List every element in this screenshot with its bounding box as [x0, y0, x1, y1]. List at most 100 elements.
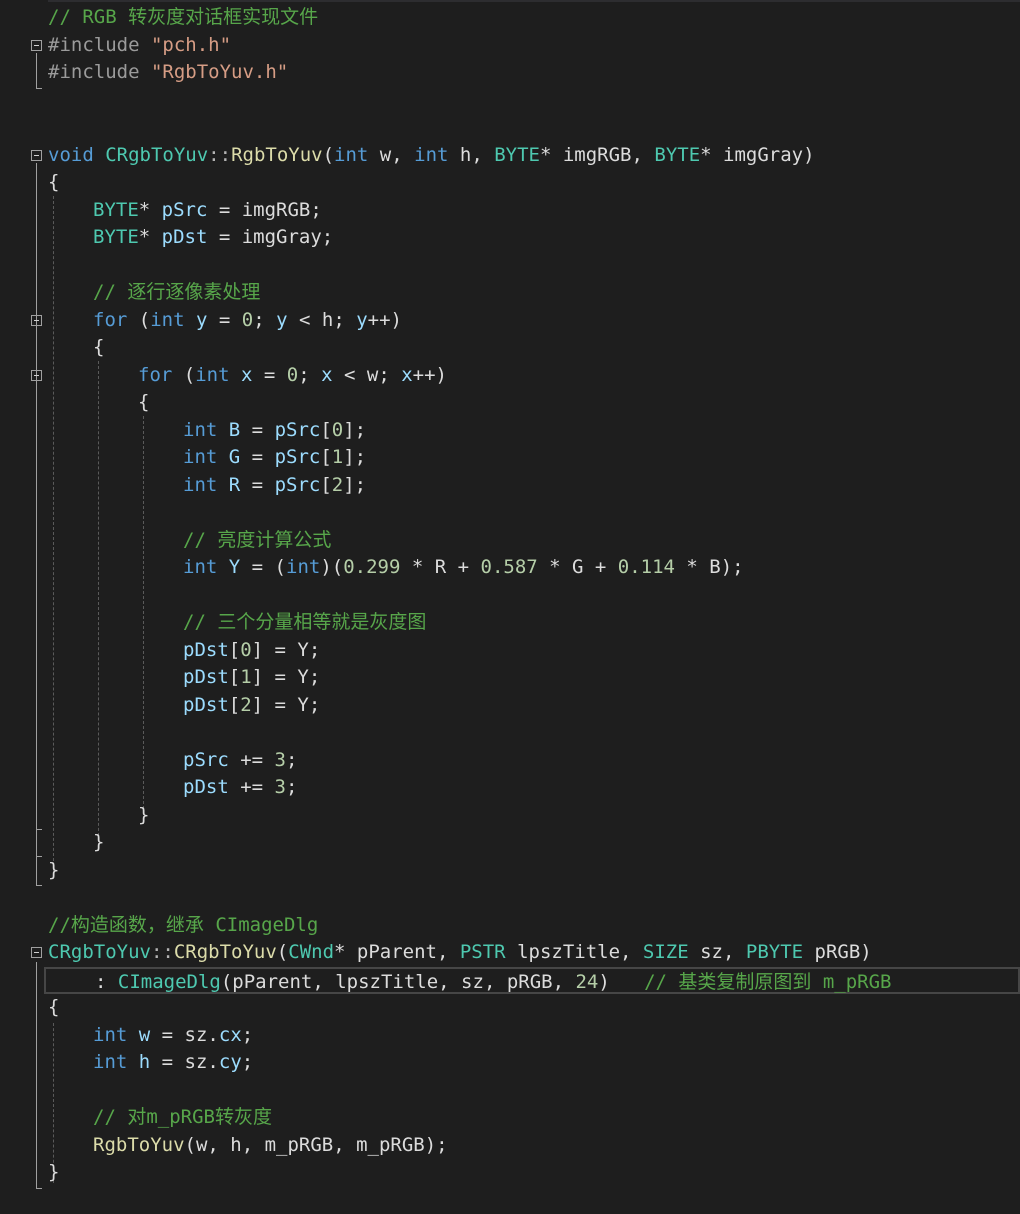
code-token: ;	[285, 776, 298, 798]
code-line-36[interactable]: : CImageDlg(pParent, lpszTitle, sz, pRGB…	[44, 966, 1020, 994]
code-token: 3	[274, 748, 286, 771]
collapse-icon[interactable]	[31, 947, 42, 958]
code-line-40[interactable]	[48, 1077, 93, 1105]
code-token: pDst	[183, 638, 229, 661]
code-line-02[interactable]: #include "pch.h"	[48, 32, 231, 60]
code-token: [	[228, 638, 241, 661]
code-token: =	[240, 446, 275, 468]
code-line-12[interactable]: for (int y = 0; y < h; y++)	[48, 307, 402, 335]
code-token: SIZE	[642, 941, 689, 963]
code-line-content: }	[48, 859, 59, 881]
code-line-34[interactable]: //构造函数，继承 CImageDlg	[48, 912, 318, 940]
code-line-10[interactable]	[48, 252, 93, 280]
code-line-37[interactable]: {	[48, 994, 59, 1022]
fold-region-end	[36, 829, 42, 830]
code-token: }	[138, 803, 150, 826]
code-token: RgbToYuv	[93, 1133, 185, 1156]
code-token: +=	[228, 748, 275, 771]
fold-region-end	[36, 1188, 42, 1189]
code-token: int	[150, 308, 185, 331]
code-line-16[interactable]: int B = pSrc[0];	[48, 417, 366, 445]
collapse-icon[interactable]	[31, 369, 42, 381]
code-line-13[interactable]: {	[48, 334, 104, 362]
code-line-32[interactable]: }	[48, 857, 59, 885]
code-line-35[interactable]: CRgbToYuv::CRgbToYuv(CWnd* pParent, PSTR…	[48, 939, 872, 967]
code-line-22[interactable]	[48, 582, 183, 610]
code-line-17[interactable]: int G = pSrc[1];	[48, 444, 366, 472]
code-token: 0	[241, 308, 254, 331]
code-token: cy	[218, 1051, 242, 1073]
code-line-09[interactable]: BYTE* pDst = imgGray;	[48, 224, 333, 252]
code-token: ;	[285, 748, 298, 771]
code-line-23[interactable]: // 三个分量相等就是灰度图	[48, 609, 426, 637]
code-token: (	[172, 363, 196, 386]
code-line-29[interactable]: pDst += 3;	[48, 774, 297, 802]
collapse-icon[interactable]	[31, 149, 42, 161]
code-line-18[interactable]: int R = pSrc[2];	[48, 472, 366, 500]
code-line-08[interactable]: BYTE* pSrc = imgRGB;	[48, 197, 322, 225]
code-line-07[interactable]: {	[48, 169, 59, 197]
code-token: ] = Y;	[251, 638, 321, 661]
code-line-content: int G = pSrc[1];	[48, 446, 366, 468]
code-token: int	[195, 363, 230, 386]
code-line-content: int h = sz.cy;	[48, 1051, 253, 1073]
code-editor[interactable]: // RGB 转灰度对话框实现文件 #include "pch.h" #includ…	[0, 0, 1020, 1214]
code-line-20[interactable]: // 亮度计算公式	[48, 527, 331, 555]
code-line-content: {	[48, 391, 149, 413]
code-line-content: for (int x = 0; x < w; x++)	[48, 364, 447, 386]
code-line-content: pDst[0] = Y;	[48, 639, 320, 661]
code-token: y	[356, 308, 368, 331]
code-line-21[interactable]: int Y = (int)(0.299 * R + 0.587 * G + 0.…	[48, 554, 744, 582]
code-line-01[interactable]: // RGB 转灰度对话框实现文件	[48, 4, 318, 32]
code-token: h	[138, 1051, 151, 1073]
code-token: = imgRGB;	[207, 198, 322, 221]
code-line-39[interactable]: int h = sz.cy;	[48, 1049, 253, 1077]
code-token: y	[196, 308, 208, 331]
code-line-content: CRgbToYuv::CRgbToYuv(CWnd* pParent, PSTR…	[48, 941, 872, 963]
code-line-42[interactable]: RgbToYuv(w, h, m_pRGB, m_pRGB);	[48, 1132, 448, 1160]
code-token: 0.299	[343, 556, 401, 578]
code-token: BYTE	[654, 143, 701, 166]
code-token: RgbToYuv	[231, 143, 323, 166]
code-token: pRGB)	[803, 941, 872, 963]
code-line-14[interactable]: for (int x = 0; x < w; x++)	[48, 362, 447, 390]
code-token: ];	[343, 473, 367, 496]
code-token: x	[401, 363, 413, 386]
code-line-28[interactable]: pSrc += 3;	[48, 747, 297, 775]
code-token: )	[598, 970, 645, 993]
code-token: (w, h, m_pRGB, m_pRGB);	[184, 1133, 448, 1156]
code-line-content	[48, 721, 183, 743]
code-token: pDst	[183, 776, 229, 798]
code-line-43[interactable]: }	[48, 1159, 59, 1187]
code-token: < h;	[287, 308, 357, 331]
code-line-content: }	[48, 831, 104, 853]
collapse-icon[interactable]	[31, 39, 42, 51]
code-line-06[interactable]: void CRgbToYuv::RgbToYuv(int w, int h, B…	[48, 142, 815, 170]
code-line-26[interactable]: pDst[2] = Y;	[48, 692, 320, 720]
code-line-27[interactable]	[48, 719, 183, 747]
code-token: h,	[448, 143, 495, 166]
code-line-41[interactable]: // 对m_pRGB转灰度	[48, 1104, 272, 1132]
code-token: y	[276, 308, 288, 331]
code-line-24[interactable]: pDst[0] = Y;	[48, 637, 320, 665]
fold-region-line	[36, 962, 37, 1188]
code-line-content: RgbToYuv(w, h, m_pRGB, m_pRGB);	[48, 1134, 448, 1156]
code-line-content: //构造函数，继承 CImageDlg	[48, 914, 318, 936]
code-token: // RGB 转灰度对话框实现文件	[48, 6, 319, 28]
code-line-25[interactable]: pDst[1] = Y;	[48, 664, 320, 692]
code-token: = sz.	[150, 1023, 219, 1046]
code-line-38[interactable]: int w = sz.cx;	[48, 1022, 253, 1050]
code-token: *	[138, 198, 162, 221]
code-token: B	[228, 418, 241, 441]
code-line-30[interactable]: }	[48, 802, 149, 830]
code-line-15[interactable]: {	[48, 389, 149, 417]
code-line-03[interactable]: #include "RgbToYuv.h"	[48, 59, 288, 87]
code-line-31[interactable]: }	[48, 829, 104, 857]
collapse-icon[interactable]	[31, 314, 42, 326]
code-line-19[interactable]	[48, 499, 183, 527]
code-token: PSTR	[459, 941, 506, 963]
code-token: pDst	[183, 666, 229, 688]
code-line-11[interactable]: // 逐行逐像素处理	[48, 279, 260, 307]
code-token: ::	[208, 143, 232, 166]
